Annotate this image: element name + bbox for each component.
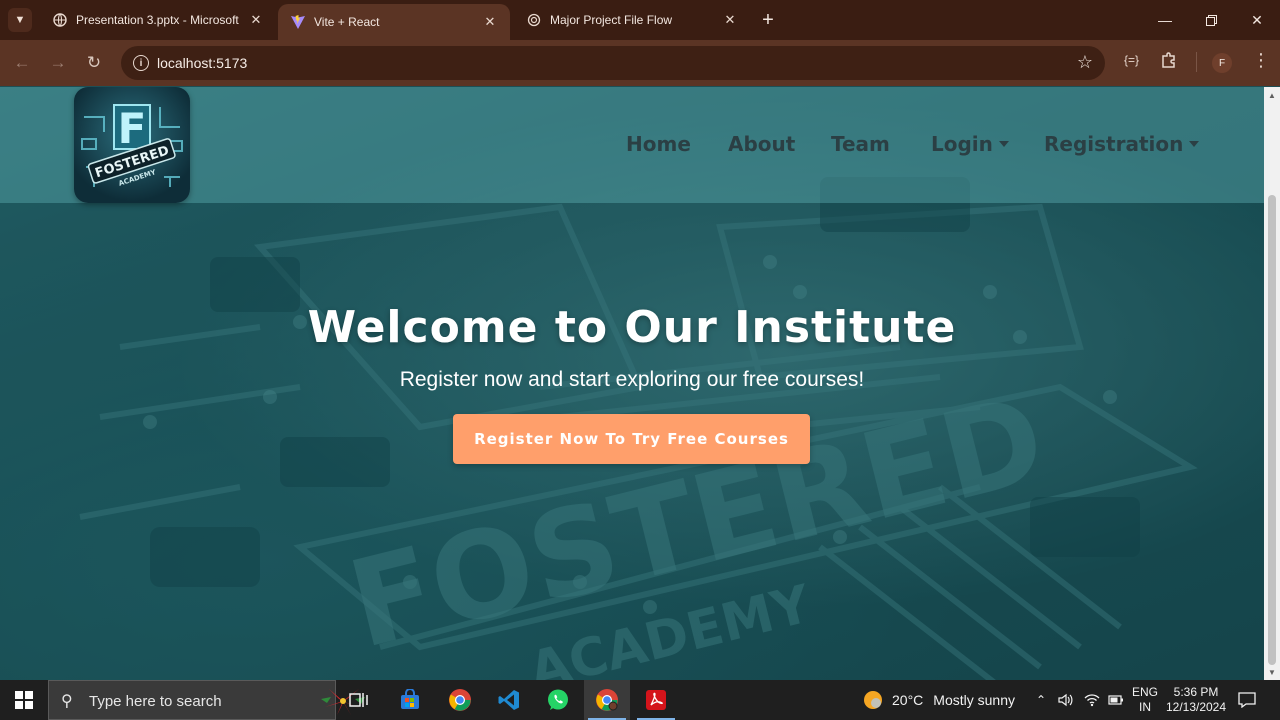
globe-icon	[52, 12, 68, 28]
acrobat-app-button[interactable]	[633, 680, 679, 720]
whatsapp-icon	[548, 689, 568, 710]
close-icon[interactable]: ✕	[722, 12, 738, 28]
vscode-icon	[498, 690, 519, 710]
chrome-app-button[interactable]	[437, 680, 483, 720]
page-scrollbar[interactable]: ▲ ▼	[1264, 87, 1280, 680]
task-view-icon	[349, 693, 368, 707]
notification-icon	[1238, 692, 1256, 708]
page-viewport: FOSTERED ACADEMY F FOSTERED ACADEMY Home	[0, 87, 1264, 680]
site-info-icon[interactable]: i	[133, 55, 149, 71]
lang-region: IN	[1139, 700, 1151, 714]
clock-date: 12/13/2024	[1165, 700, 1227, 714]
battery-button[interactable]	[1108, 680, 1124, 720]
new-tab-button[interactable]: +	[756, 8, 780, 32]
clock[interactable]: 5:36 PM 12/13/2024	[1164, 680, 1228, 720]
tab-search-menu-button[interactable]: ▼	[8, 8, 32, 32]
hero-section: Welcome to Our Institute Register now an…	[0, 297, 1264, 393]
weather-condition: Mostly sunny	[933, 692, 1015, 708]
task-view-button[interactable]	[336, 680, 382, 720]
chrome-active-app-button[interactable]	[584, 680, 630, 720]
reload-button[interactable]: ↻	[80, 49, 108, 77]
toolbar-divider	[1196, 52, 1197, 72]
chevron-up-icon: ⌃	[1036, 693, 1047, 707]
chrome-icon	[596, 689, 618, 711]
windows-taskbar: ⚲ Type here to search 20°C Mostly sunny …	[0, 680, 1280, 720]
close-window-button[interactable]: ✕	[1234, 0, 1280, 40]
chevron-down-icon	[1189, 140, 1200, 147]
logo-letter: F	[118, 104, 147, 153]
minimize-button[interactable]: —	[1142, 0, 1188, 40]
battery-icon	[1108, 695, 1123, 705]
volume-icon	[1058, 693, 1073, 707]
taskbar-search-box[interactable]: ⚲ Type here to search	[48, 680, 365, 720]
tab-presentation[interactable]: Presentation 3.pptx - Microsoft ✕	[40, 0, 276, 40]
scrollbar-thumb[interactable]	[1268, 195, 1276, 665]
browser-toolbar: ← → ↻ i localhost:5173 ☆ {=} ⋮	[0, 40, 1280, 86]
register-cta-button[interactable]: Register Now To Try Free Courses	[453, 414, 810, 464]
show-hidden-icons-button[interactable]: ⌃	[1036, 680, 1046, 720]
debug-extension-icon[interactable]: {=}	[1124, 53, 1139, 67]
restore-button[interactable]	[1188, 0, 1234, 40]
vscode-app-button[interactable]	[486, 680, 532, 720]
store-app-button[interactable]	[387, 680, 433, 720]
store-icon	[401, 689, 419, 709]
weather-widget[interactable]: 20°C Mostly sunny	[862, 680, 1015, 720]
nav-registration-label: Registration	[1044, 132, 1184, 156]
nav-about-link[interactable]: About	[728, 132, 795, 156]
network-button[interactable]	[1084, 680, 1100, 720]
whatsapp-app-button[interactable]	[535, 680, 581, 720]
restore-icon	[1205, 14, 1217, 26]
nav-team-link[interactable]: Team	[831, 132, 890, 156]
vite-icon	[290, 14, 306, 30]
nav-login-label: Login	[931, 132, 993, 156]
acrobat-icon	[646, 690, 666, 710]
bookmark-star-icon[interactable]: ☆	[1077, 52, 1093, 73]
nav-login-dropdown[interactable]: Login	[931, 132, 1009, 156]
address-bar[interactable]: i localhost:5173 ☆	[121, 46, 1105, 80]
back-button[interactable]: ←	[8, 49, 36, 77]
nav-registration-dropdown[interactable]: Registration	[1044, 132, 1200, 156]
close-icon[interactable]: ✕	[248, 12, 264, 28]
scroll-down-icon[interactable]: ▼	[1264, 664, 1280, 680]
search-icon: ⚲	[61, 693, 73, 710]
sun-icon	[864, 691, 882, 709]
clock-time: 5:36 PM	[1173, 685, 1219, 699]
wifi-icon	[1084, 694, 1100, 707]
site-header: F FOSTERED ACADEMY Home About Team Login…	[0, 87, 1264, 203]
tab-title: Presentation 3.pptx - Microsoft	[76, 13, 239, 27]
hero-subtitle: Register now and start exploring our fre…	[399, 368, 865, 391]
scroll-up-icon[interactable]: ▲	[1264, 87, 1280, 103]
extensions-puzzle-icon[interactable]	[1160, 51, 1178, 69]
url-text[interactable]: localhost:5173	[157, 55, 247, 71]
close-icon[interactable]: ✕	[482, 14, 498, 30]
tab-vite-react[interactable]: Vite + React ✕	[278, 4, 510, 40]
lang-code: ENG	[1132, 685, 1159, 699]
start-button[interactable]	[0, 680, 48, 720]
hero-title: Welcome to Our Institute	[307, 302, 957, 353]
profile-avatar[interactable]: F	[1212, 53, 1232, 73]
fostered-academy-logo[interactable]: F FOSTERED ACADEMY	[74, 87, 190, 203]
menu-kebab-icon[interactable]: ⋮	[1252, 50, 1270, 71]
chevron-down-icon	[998, 140, 1009, 147]
tab-title: Major Project File Flow	[550, 13, 673, 27]
browser-tab-bar: ▼ Presentation 3.pptx - Microsoft ✕ Vite…	[0, 0, 1280, 40]
forward-button[interactable]: →	[44, 49, 72, 77]
logo-icon: F FOSTERED ACADEMY	[81, 104, 183, 188]
tab-major-project[interactable]: Major Project File Flow ✕	[514, 0, 750, 40]
weather-temp: 20°C	[892, 692, 924, 708]
openai-icon	[526, 12, 542, 28]
nav-home-link[interactable]: Home	[626, 132, 691, 156]
volume-button[interactable]	[1058, 680, 1074, 720]
notifications-button[interactable]	[1238, 680, 1256, 720]
tab-title: Vite + React	[314, 15, 380, 29]
language-indicator[interactable]: ENG IN	[1132, 680, 1158, 720]
chrome-icon	[449, 689, 471, 711]
search-placeholder: Type here to search	[89, 693, 222, 710]
windows-logo-icon	[15, 691, 33, 709]
